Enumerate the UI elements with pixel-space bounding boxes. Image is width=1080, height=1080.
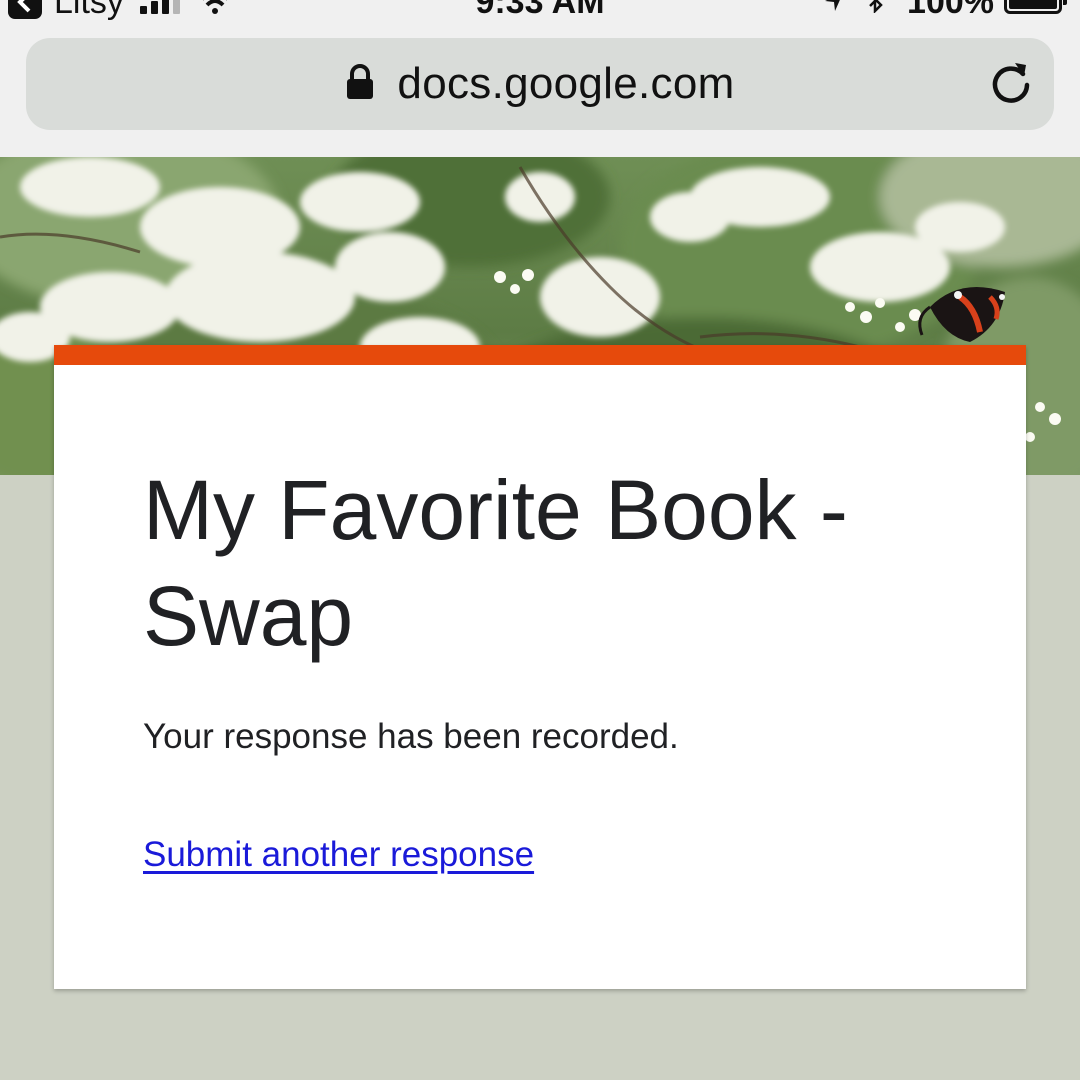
submit-another-response-link[interactable]: Submit another response <box>143 835 534 875</box>
battery-icon <box>1004 0 1067 14</box>
bluetooth-icon <box>867 0 885 22</box>
lock-icon <box>345 63 375 105</box>
address-display: docs.google.com <box>26 38 1054 130</box>
location-arrow-icon <box>823 0 845 22</box>
reload-icon <box>992 63 1030 103</box>
address-bar[interactable]: docs.google.com <box>26 38 1054 130</box>
form-confirmation-card: My Favorite Book - Swap Your response ha… <box>54 345 1026 989</box>
form-title: My Favorite Book - Swap <box>143 463 848 663</box>
confirmation-message: Your response has been recorded. <box>143 717 679 756</box>
browser-toolbar: docs.google.com <box>0 36 1080 157</box>
battery-percent: 100% <box>907 0 994 21</box>
status-right-group: 100% <box>823 0 994 22</box>
status-bar: Litsy 9:33 AM 100% <box>0 0 1080 36</box>
card-accent-bar <box>54 345 1026 365</box>
url-text: docs.google.com <box>397 59 735 108</box>
reload-button[interactable] <box>988 60 1034 106</box>
